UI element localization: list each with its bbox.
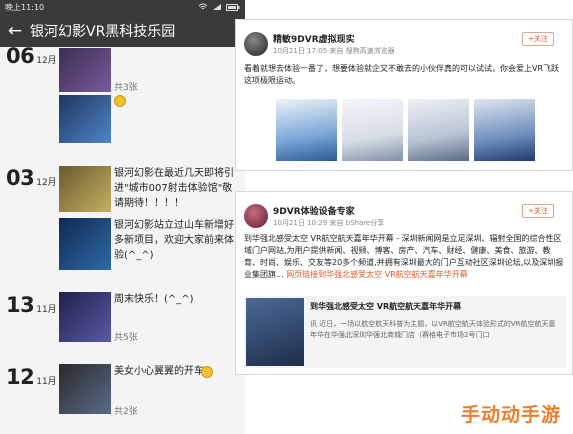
post-text: 美女小心翼翼的开车 bbox=[114, 366, 204, 377]
shared-link-thumb bbox=[246, 298, 304, 366]
photo-count: 共5张 bbox=[114, 333, 138, 343]
photo-thumb[interactable] bbox=[59, 95, 111, 143]
page-title: 银河幻影VR黑科技乐园 bbox=[30, 23, 176, 40]
status-indicators bbox=[198, 3, 240, 11]
date-month: 11月 bbox=[36, 305, 57, 315]
post-link[interactable]: 网页链接到华强北感受太空 VR航空航天嘉年华开幕 bbox=[286, 270, 468, 279]
post-author[interactable]: 9DVR体验设备专家 bbox=[273, 204, 355, 217]
wifi-icon bbox=[198, 3, 208, 10]
post-photo[interactable] bbox=[408, 99, 469, 161]
photo-count: 共2张 bbox=[114, 407, 138, 417]
date-day: 06 bbox=[6, 44, 35, 68]
post-text: 周末快乐！(^_^) bbox=[114, 294, 194, 305]
date-month: 12月 bbox=[36, 178, 57, 188]
weibo-post-card: 9DVR体验设备专家 10月21日 10:29 来自 bShare分享 +关注 … bbox=[235, 191, 573, 375]
weibo-post-card: 精敏9DVR虚拟现实 10月21日 17:05 来自 搜狗高速浏览器 +关注 看… bbox=[235, 19, 573, 171]
photo-thumb[interactable] bbox=[59, 292, 111, 342]
post-photo[interactable] bbox=[342, 99, 403, 161]
shared-link-title: 到华强北感受太空 VR航空航天嘉年华开幕 bbox=[310, 302, 462, 311]
post-meta: 10月21日 17:05 来自 搜狗高速浏览器 bbox=[273, 47, 395, 55]
post-photo[interactable] bbox=[474, 99, 535, 161]
photo-thumb[interactable] bbox=[59, 48, 111, 92]
photo-thumb[interactable] bbox=[59, 166, 111, 212]
post-text: 看着就想去体验一番了，想要体验就企又不敢去的小伙伴真的可以试试，你会爱上VR飞跃… bbox=[244, 64, 560, 85]
status-bar: 晚上11:10 bbox=[0, 0, 245, 14]
post-meta: 10月21日 10:29 来自 bShare分享 bbox=[273, 219, 385, 227]
post-author[interactable]: 精敏9DVR虚拟现实 bbox=[273, 32, 355, 45]
phone-screen: 晚上11:10 ← 银河幻影VR黑科技乐园 06 12月 共3张 03 12月 银河… bbox=[0, 0, 245, 434]
post-text: 到华强北感受太空 VR航空航天嘉年华开幕 - 深圳新闻网是立足深圳、辐射全国的综… bbox=[244, 233, 564, 281]
photo-count: 共3张 bbox=[114, 83, 138, 93]
smile-emoji-icon bbox=[114, 95, 126, 107]
date-day: 13 bbox=[6, 293, 35, 317]
status-time: 晚上11:10 bbox=[5, 2, 45, 12]
photo-thumb[interactable] bbox=[59, 364, 111, 414]
date-day: 03 bbox=[6, 166, 35, 190]
watermark: 手动动手游 bbox=[461, 404, 562, 426]
date-03: 03 12月 bbox=[6, 166, 57, 190]
avatar[interactable] bbox=[244, 204, 268, 228]
shared-link-card[interactable]: 到华强北感受太空 VR航空航天嘉年华开幕 讯 近日，一场以航空航天科普为主题，以… bbox=[244, 296, 566, 368]
date-day: 12 bbox=[6, 365, 35, 389]
signal-icon bbox=[213, 4, 221, 10]
post-text: 银河幻影站立过山车新增好多新项目，欢迎大家前来体验(^_^) bbox=[114, 220, 234, 261]
follow-button[interactable]: +关注 bbox=[522, 32, 554, 46]
back-arrow-icon[interactable]: ← bbox=[0, 21, 30, 41]
date-12: 12 11月 bbox=[6, 365, 57, 389]
battery-icon bbox=[226, 3, 240, 11]
avatar[interactable] bbox=[244, 32, 268, 56]
title-bar: ← 银河幻影VR黑科技乐园 bbox=[0, 14, 245, 47]
follow-button[interactable]: +关注 bbox=[522, 204, 554, 218]
date-06: 06 12月 bbox=[6, 44, 57, 68]
post-text: 银河幻影在最近几天即将引进"城市007射击体验馆"敬请期待！！！！ bbox=[114, 168, 234, 209]
shared-link-desc: 讯 近日，一场以航空航天科普为主题，以VR航空航天体验形式的VR航空航天嘉年华在… bbox=[310, 320, 556, 339]
photo-thumb[interactable] bbox=[59, 218, 111, 270]
cool-emoji-icon bbox=[201, 366, 213, 378]
date-month: 11月 bbox=[36, 377, 57, 387]
post-photo[interactable] bbox=[276, 99, 337, 161]
date-13: 13 11月 bbox=[6, 293, 57, 317]
date-month: 12月 bbox=[36, 56, 57, 66]
